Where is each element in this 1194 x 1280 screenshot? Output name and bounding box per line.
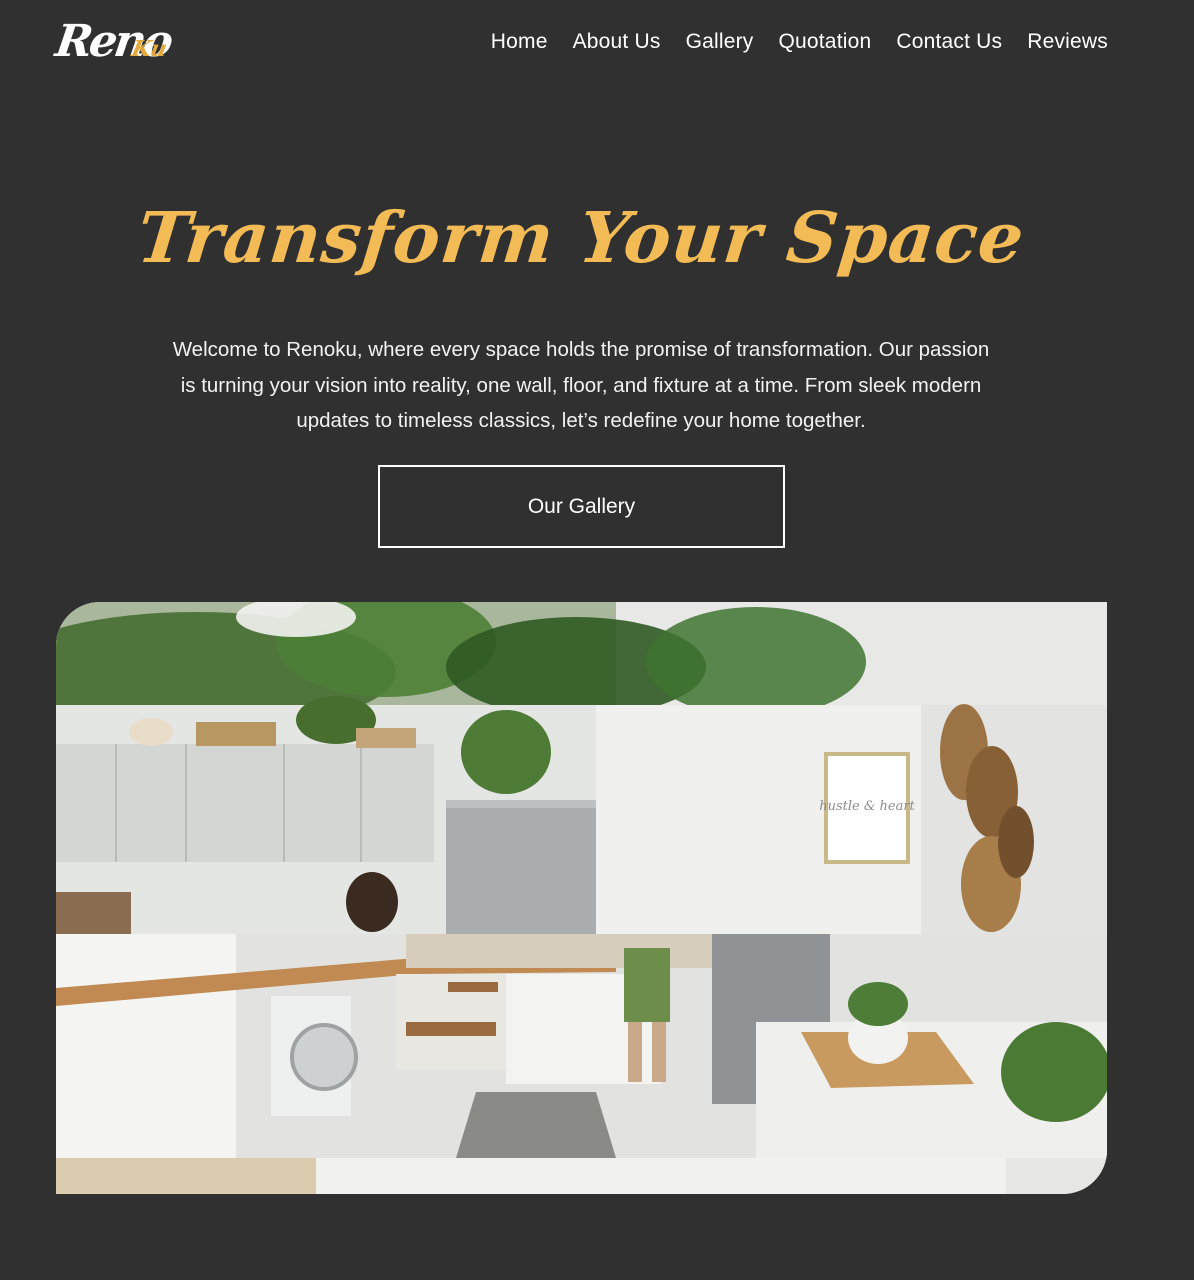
frame-quote-text: hustle & heart <box>819 799 915 814</box>
logo-text-ku: Ku <box>129 36 170 62</box>
hero-title: Transform Your Space <box>133 196 1029 279</box>
renoku-logo[interactable]: Reno Ku <box>52 10 176 82</box>
nav-home[interactable]: Home <box>491 30 548 54</box>
our-gallery-button[interactable]: Our Gallery <box>378 465 785 548</box>
nav-contact-us[interactable]: Contact Us <box>896 30 1002 54</box>
nav-quotation[interactable]: Quotation <box>778 30 871 54</box>
nav-about-us[interactable]: About Us <box>573 30 661 54</box>
nav-reviews[interactable]: Reviews <box>1027 30 1108 54</box>
hero-kitchen-video[interactable]: hustle & heart <box>56 602 1107 1194</box>
hero-intro-text: Welcome to Renoku, where every space hol… <box>172 338 990 432</box>
site-header: Reno Ku Home About Us Gallery Quotation … <box>0 0 1194 92</box>
nav-gallery[interactable]: Gallery <box>686 30 754 54</box>
main-nav: Home About Us Gallery Quotation Contact … <box>491 30 1108 54</box>
kitchen-scene-image: hustle & heart <box>56 602 1107 1194</box>
